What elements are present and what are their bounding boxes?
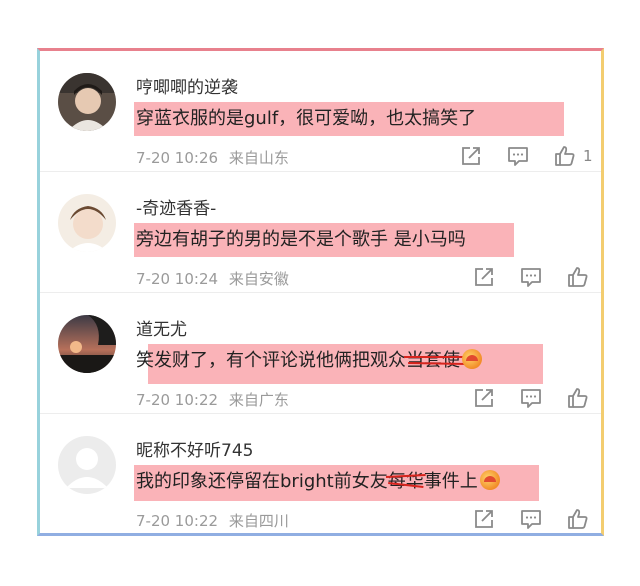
share-button[interactable] — [472, 265, 496, 289]
comment-text: 穿蓝衣服的是gulf，很可爱呦，也太搞笑了 — [136, 108, 477, 129]
share-button[interactable] — [459, 144, 483, 168]
thumbs-up-icon — [555, 146, 575, 166]
share-button[interactable] — [472, 386, 496, 410]
comment-icon — [521, 389, 541, 408]
laughing-emoji-icon — [462, 349, 482, 369]
comment-icon — [508, 147, 528, 166]
avatar[interactable] — [58, 73, 116, 131]
username[interactable]: 昵称不好听745 — [136, 436, 253, 461]
comment-date: 7-20 10:22 — [136, 391, 219, 409]
comment-date: 7-20 10:26 — [136, 149, 219, 167]
share-icon — [475, 510, 493, 528]
struck-text: 每华 — [385, 467, 426, 493]
comment-location: 来自广东 — [228, 391, 289, 409]
comment-text: 旁边有胡子的男的是不是个歌手 是小马吗 — [136, 229, 466, 250]
share-icon — [475, 389, 493, 407]
comment-button[interactable] — [519, 386, 543, 410]
comment-item: 哼唧唧的逆袭 穿蓝衣服的是gulf，很可爱呦，也太搞笑了 7-20 10:26 … — [40, 51, 601, 172]
share-button[interactable] — [472, 507, 496, 531]
comment-date: 7-20 10:24 — [136, 270, 219, 288]
strike-marks — [404, 356, 467, 365]
avatar[interactable] — [58, 315, 116, 373]
username[interactable]: 道无尤 — [136, 315, 187, 340]
thumbs-up-icon — [568, 509, 588, 529]
comment-meta: 7-20 10:24 来自安徽 — [136, 268, 295, 289]
username[interactable]: 哼唧唧的逆袭 — [136, 73, 238, 98]
comment-meta: 7-20 10:22 来自四川 — [136, 510, 295, 531]
username[interactable]: -奇迹香香- — [136, 194, 216, 219]
comment-text: 我的印象还停留在bright前女友每华 事件上 — [136, 467, 500, 493]
comment-location: 来自安徽 — [228, 270, 289, 288]
like-button[interactable] — [553, 144, 577, 168]
avatar[interactable] — [58, 436, 116, 494]
comment-icon — [521, 510, 541, 529]
comment-meta: 7-20 10:26 来自山东 — [136, 147, 295, 168]
comment-location: 来自四川 — [228, 512, 289, 530]
comment-icon — [521, 268, 541, 287]
laughing-emoji-icon — [479, 470, 500, 490]
share-icon — [462, 147, 480, 165]
struck-text: 当套使 — [404, 346, 467, 372]
comment-button[interactable] — [519, 265, 543, 289]
comment-item: -奇迹香香- 旁边有胡子的男的是不是个歌手 是小马吗 7-20 10:24 来自… — [40, 172, 601, 293]
like-button[interactable] — [566, 507, 590, 531]
comment-date: 7-20 10:22 — [136, 512, 219, 530]
comment-button[interactable] — [506, 144, 530, 168]
comment-list-frame: 哼唧唧的逆袭 穿蓝衣服的是gulf，很可爱呦，也太搞笑了 7-20 10:26 … — [37, 48, 604, 536]
like-count: 1 — [583, 147, 593, 165]
avatar[interactable] — [58, 194, 116, 252]
thumbs-up-icon — [568, 388, 588, 408]
comment-location: 来自山东 — [228, 149, 289, 167]
share-icon — [475, 268, 493, 286]
strike-marks — [385, 474, 426, 488]
comment-item: 道无尤 笑发财了，有个评论说他俩把观众当套使 7-20 10:22 来自广东 — [40, 293, 601, 414]
comment-button[interactable] — [519, 507, 543, 531]
like-button[interactable] — [566, 386, 590, 410]
thumbs-up-icon — [568, 267, 588, 287]
comment-item: 昵称不好听745 我的印象还停留在bright前女友每华 事件上 7-20 10:… — [40, 414, 601, 535]
like-button[interactable] — [566, 265, 590, 289]
comment-meta: 7-20 10:22 来自广东 — [136, 389, 295, 410]
comment-text: 笑发财了，有个评论说他俩把观众当套使 — [136, 346, 482, 372]
